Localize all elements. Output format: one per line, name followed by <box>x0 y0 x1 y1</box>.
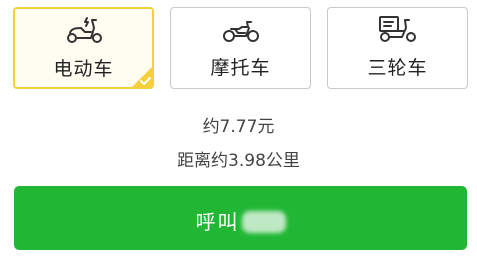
option-label: 摩托车 <box>210 57 271 79</box>
price-estimate: 约7.77元 <box>202 117 275 137</box>
distance-estimate: 距离约3.98公里 <box>177 151 300 171</box>
motorcycle-icon <box>222 21 259 42</box>
ride-options-panel: 电动车 摩托车 三轮车 约7.77元 距离约3.98公里 呼叫 <box>0 0 477 266</box>
call-button[interactable]: 呼叫 <box>14 186 467 250</box>
call-button-content: 呼叫 <box>14 206 467 235</box>
option-label: 三轮车 <box>367 57 428 79</box>
option-motorcycle[interactable]: 摩托车 <box>170 7 311 89</box>
electric-scooter-icon <box>66 17 102 43</box>
tricycle-icon <box>378 16 416 42</box>
option-tricycle[interactable]: 三轮车 <box>327 7 468 89</box>
option-electric-scooter[interactable]: 电动车 <box>13 7 154 89</box>
call-button-label: 呼叫 <box>195 210 240 234</box>
redacted-text <box>241 211 286 233</box>
selected-check-icon <box>132 67 152 87</box>
vehicle-type-selector: 电动车 摩托车 三轮车 <box>13 7 469 91</box>
